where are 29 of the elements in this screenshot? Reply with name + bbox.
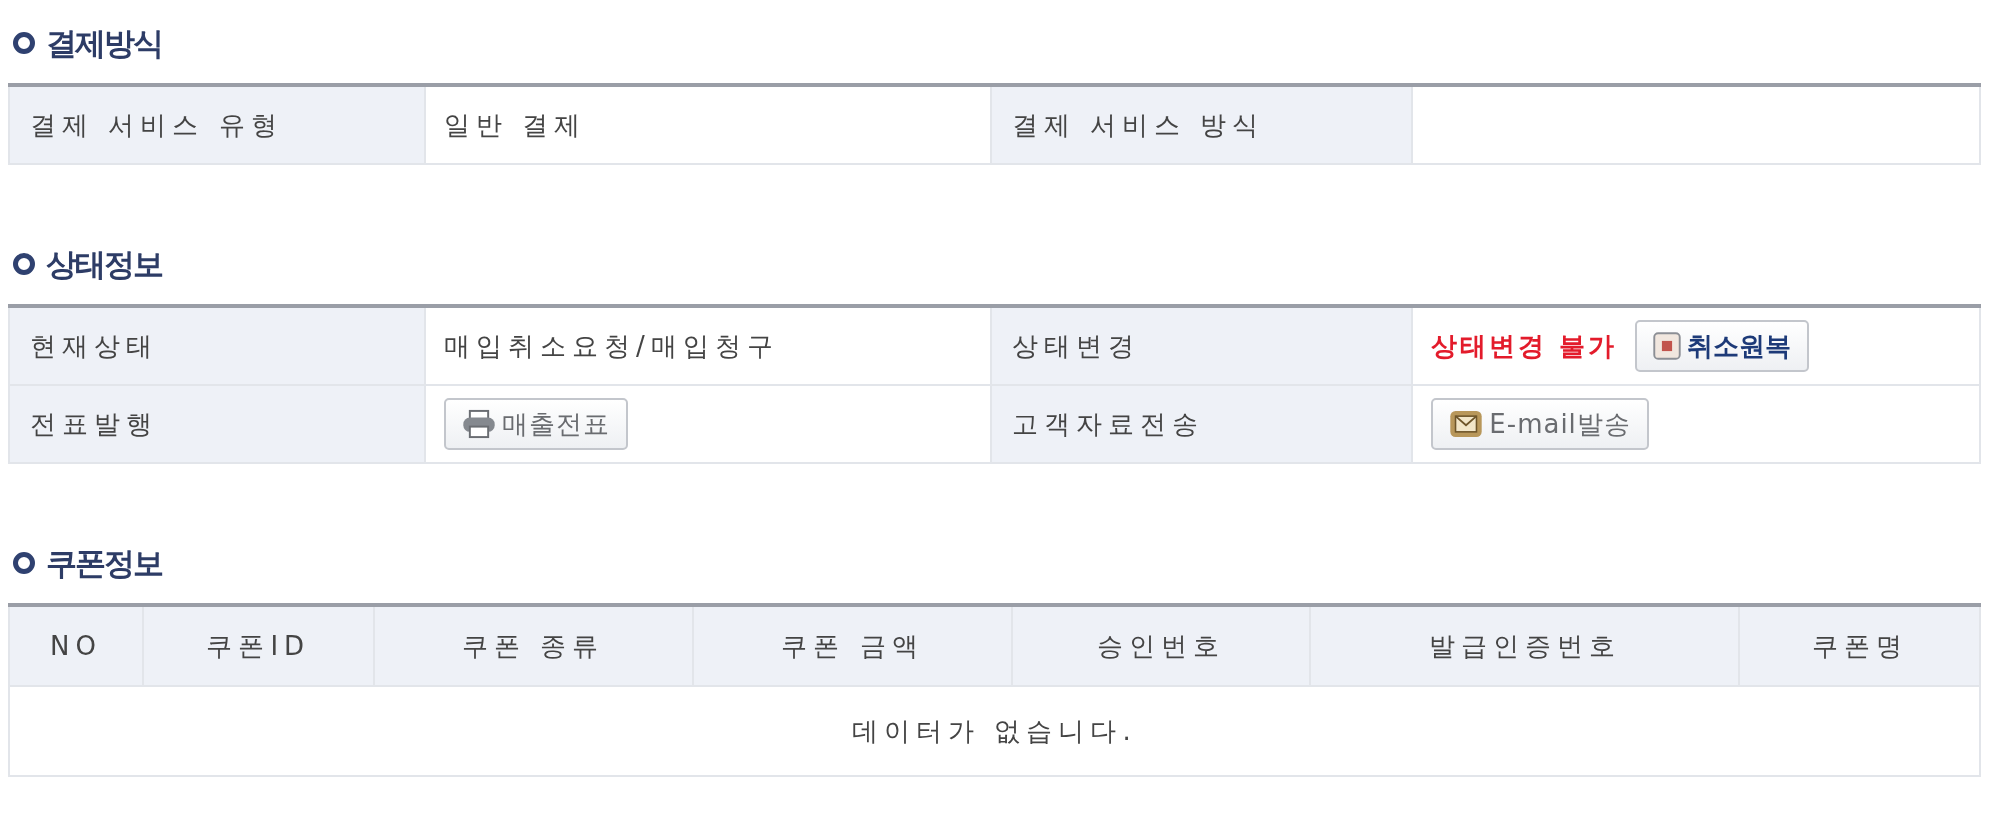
restore-button[interactable]: 취소원복 — [1635, 320, 1810, 372]
section-title: 상태정보 — [46, 245, 162, 284]
ring-icon — [12, 551, 36, 575]
column-header: 쿠폰명 — [1739, 605, 1980, 686]
column-header: 쿠폰 금액 — [692, 605, 1013, 686]
field-value: 매입취소요청/매입청구 — [443, 329, 779, 363]
document-icon — [1653, 332, 1682, 360]
status-warning: 상태변경 불가 — [1431, 329, 1618, 363]
field-label: 상태변경 — [990, 306, 1413, 385]
field-label: 결제 서비스 유형 — [9, 85, 425, 164]
section-title: 결제방식 — [46, 24, 162, 63]
printer-icon — [461, 409, 496, 439]
ring-icon — [12, 252, 36, 276]
column-header: 쿠폰 종류 — [373, 605, 693, 686]
print-button[interactable]: 매출전표 — [443, 398, 628, 450]
field-label: 전표발행 — [9, 385, 425, 463]
section-title: 쿠폰정보 — [46, 544, 162, 583]
column-header: 쿠폰ID — [143, 605, 374, 686]
email-button[interactable]: E-mail발송 — [1431, 398, 1649, 450]
field-label: 현재상태 — [9, 306, 425, 385]
field-label: 고객자료전송 — [990, 385, 1413, 463]
envelope-icon — [1449, 409, 1484, 439]
column-header: 승인번호 — [1012, 605, 1310, 686]
column-header: 발급인증번호 — [1309, 605, 1740, 686]
column-header: NO — [9, 605, 143, 686]
empty-message: 데이터가 없습니다. — [9, 686, 1980, 776]
ring-icon — [12, 31, 36, 55]
field-label: 결제 서비스 방식 — [990, 85, 1413, 164]
field-value: 일반 결제 — [443, 108, 587, 142]
